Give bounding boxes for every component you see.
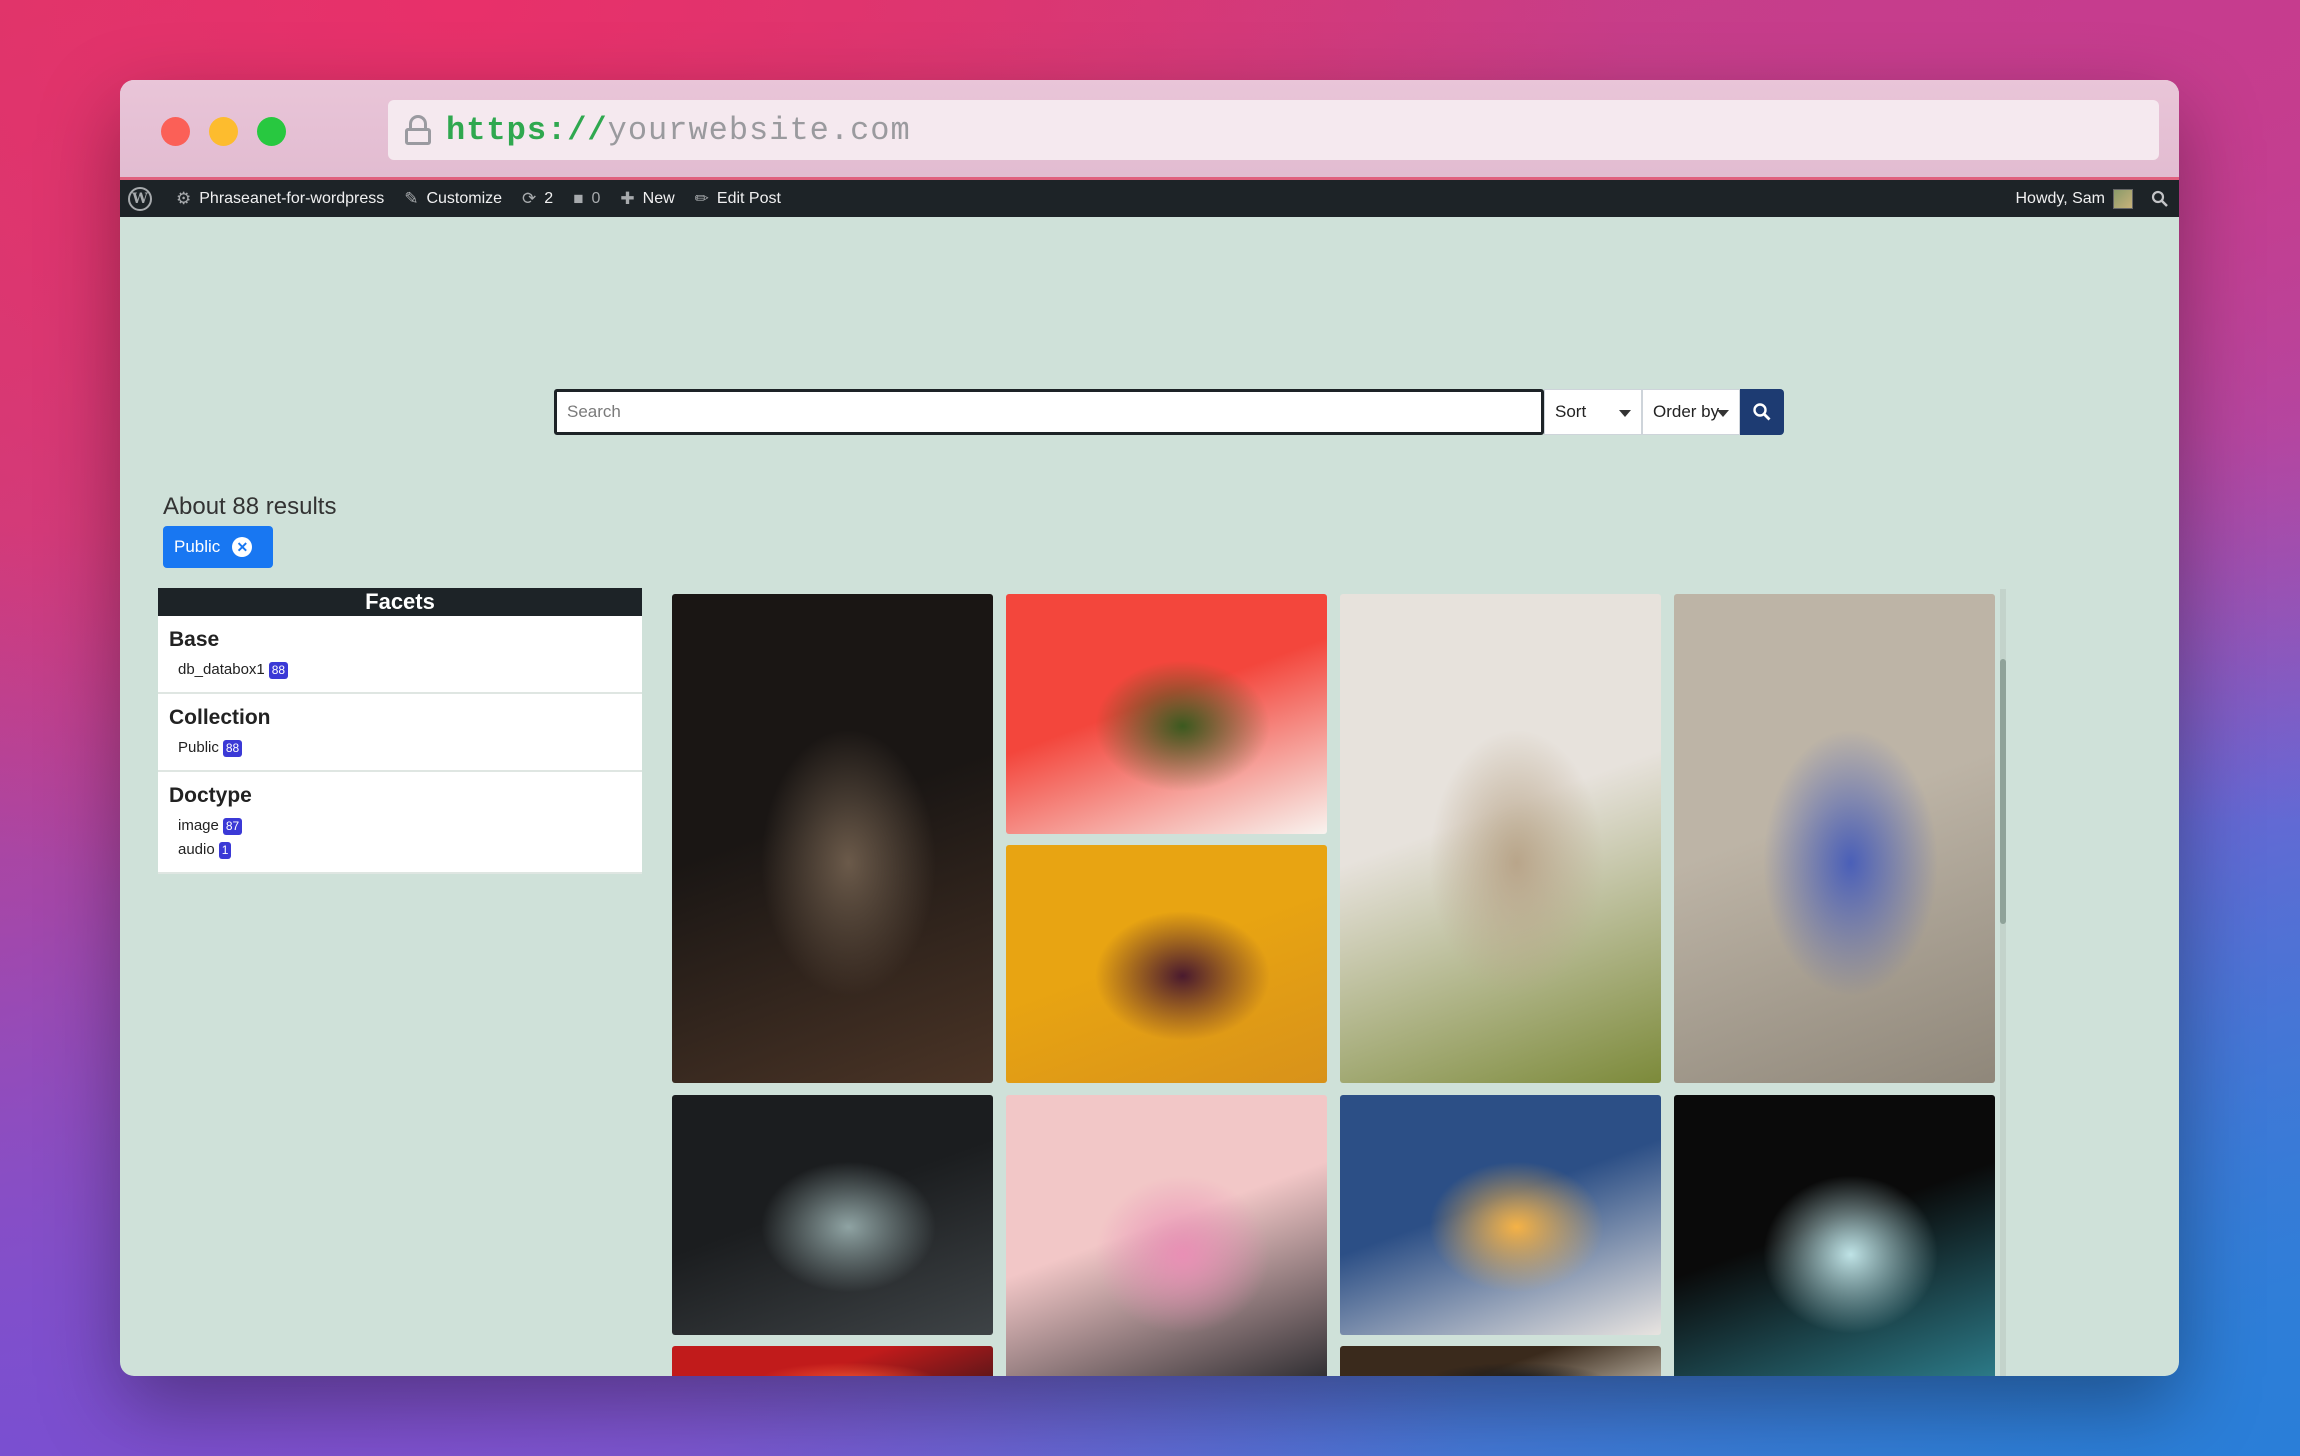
chevron-down-icon <box>1717 410 1729 417</box>
url-text[interactable]: https://yourwebsite.com <box>446 112 911 149</box>
browser-window: https://yourwebsite.com W ⚙ Phraseanet-f… <box>120 80 2179 1376</box>
facet-option-label: Public <box>178 739 219 756</box>
search-button[interactable] <box>1740 389 1784 435</box>
search-icon <box>1753 403 1771 421</box>
order-by-select[interactable]: Order by <box>1642 389 1740 435</box>
close-window-button[interactable] <box>161 117 190 146</box>
plus-icon: ✚ <box>620 188 635 208</box>
facet-collection: Collection Public 88 <box>158 694 642 772</box>
customize-link[interactable]: ✎ Customize <box>404 189 502 209</box>
thumbnail-laptop-on-table[interactable] <box>672 594 993 1083</box>
facets-title: Facets <box>158 588 642 616</box>
page-content: Sort Order by About 88 results Public ✕ … <box>120 217 2179 1376</box>
results-summary: About 88 results <box>163 493 337 520</box>
lock-icon <box>404 115 432 145</box>
active-filter-chip[interactable]: Public ✕ <box>163 526 273 568</box>
refresh-icon: ⟳ <box>522 188 537 208</box>
count-badge: 87 <box>222 817 243 835</box>
facet-option[interactable]: image 87 <box>178 814 631 838</box>
maximize-window-button[interactable] <box>257 117 286 146</box>
count-badge: 1 <box>218 841 232 859</box>
search-icon[interactable] <box>2151 190 2169 208</box>
facet-option-label: audio <box>178 841 215 858</box>
thumbnail-crypto-glass-sign[interactable] <box>1674 1095 1995 1376</box>
wordpress-logo-icon[interactable]: W <box>128 186 152 211</box>
count-badge: 88 <box>222 739 243 757</box>
facet-doctype: Doctype image 87 audio 1 <box>158 772 642 874</box>
search-form: Sort Order by <box>554 389 1784 435</box>
thumbnail-salad-bowl-red[interactable] <box>1006 594 1327 834</box>
search-input[interactable] <box>554 389 1544 435</box>
address-bar[interactable]: https://yourwebsite.com <box>388 100 2159 160</box>
minimize-window-button[interactable] <box>209 117 238 146</box>
thumbnail-enamel-mug[interactable] <box>1340 1346 1661 1376</box>
thumbnail-dancer-rock-wall[interactable] <box>1674 594 1995 1083</box>
gallery-scrollbar[interactable] <box>2000 589 2006 1376</box>
updates-count: 2 <box>544 189 554 207</box>
sort-label: Sort <box>1555 402 1587 421</box>
results-gallery <box>672 594 2020 1376</box>
sort-select[interactable]: Sort <box>1544 389 1642 435</box>
dashboard-icon: ⚙ <box>176 188 192 208</box>
facet-heading: Base <box>169 628 220 651</box>
thumbnail-rocket-launch-spacex[interactable] <box>1340 1095 1661 1335</box>
pencil-icon: ✏ <box>694 188 709 208</box>
comment-icon: ■ <box>573 188 584 208</box>
url-scheme: https:// <box>446 111 608 149</box>
site-name-link[interactable]: ⚙ Phraseanet-for-wordpress <box>176 189 384 209</box>
thumbnail-crystals-pink-tray[interactable] <box>1006 1095 1327 1376</box>
facet-base: Base db_databox1 88 <box>158 616 642 694</box>
thumbnail-arched-pool-hall[interactable] <box>672 1095 993 1335</box>
comments-link[interactable]: ■ 0 <box>573 189 600 209</box>
edit-post-link[interactable]: ✏ Edit Post <box>695 189 781 209</box>
customize-label: Customize <box>426 189 503 207</box>
url-host: yourwebsite.com <box>607 111 911 149</box>
facet-option[interactable]: Public 88 <box>178 736 631 760</box>
active-filter-label: Public <box>174 537 221 556</box>
facet-heading: Collection <box>169 706 271 729</box>
howdy-user-link[interactable]: Howdy, Sam <box>2015 190 2105 208</box>
thumbnail-plant-in-room[interactable] <box>1340 594 1661 1083</box>
order-by-label: Order by <box>1653 402 1720 421</box>
updates-link[interactable]: ⟳ 2 <box>522 189 553 209</box>
new-content-link[interactable]: ✚ New <box>620 189 674 209</box>
brush-icon: ✎ <box>404 188 419 208</box>
thumbnail-neon-street-night[interactable] <box>672 1346 993 1376</box>
wp-admin-bar: W ⚙ Phraseanet-for-wordpress ✎ Customize… <box>120 180 2179 217</box>
site-name-label: Phraseanet-for-wordpress <box>199 189 385 207</box>
thumbnail-pancake-berries-yellow[interactable] <box>1006 845 1327 1083</box>
comments-count: 0 <box>591 189 601 207</box>
new-label: New <box>642 189 675 207</box>
facet-option-label: image <box>178 817 219 834</box>
facet-heading: Doctype <box>169 784 252 807</box>
scrollbar-thumb[interactable] <box>2000 659 2006 924</box>
edit-post-label: Edit Post <box>716 189 781 207</box>
browser-titlebar: https://yourwebsite.com <box>120 80 2179 180</box>
facet-option[interactable]: audio 1 <box>178 838 631 862</box>
count-badge: 88 <box>268 661 289 679</box>
facet-option-label: db_databox1 <box>178 661 265 678</box>
chevron-down-icon <box>1619 410 1631 417</box>
avatar[interactable] <box>2113 188 2133 209</box>
remove-filter-icon[interactable]: ✕ <box>232 537 253 557</box>
facet-option[interactable]: db_databox1 88 <box>178 658 631 682</box>
facets-panel: Facets Base db_databox1 88 Collection Pu… <box>158 588 642 874</box>
